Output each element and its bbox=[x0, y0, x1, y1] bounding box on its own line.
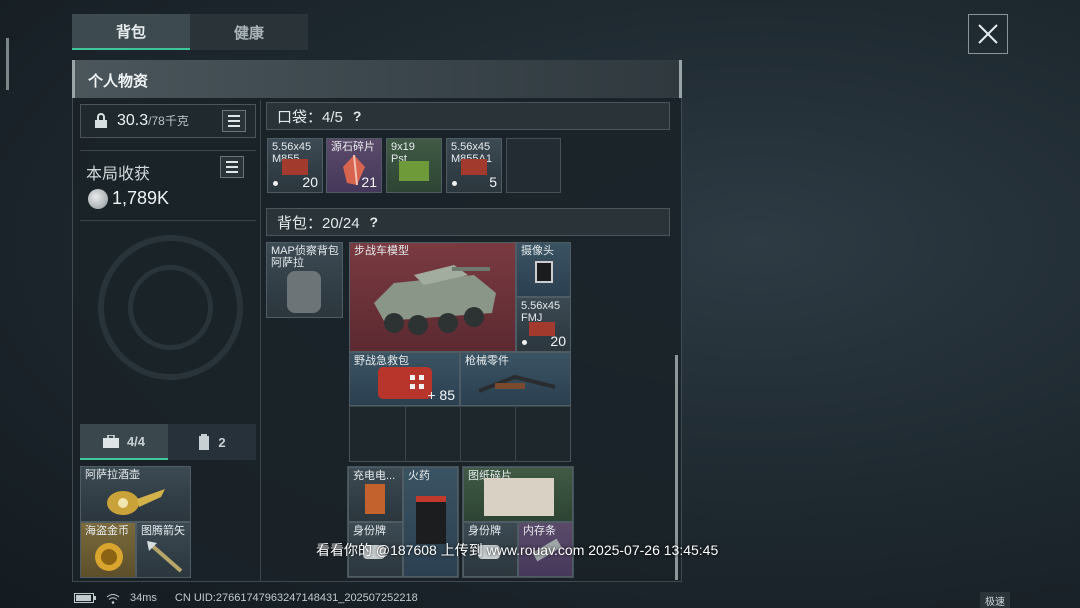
item-ammo-m855[interactable]: 5.56x45 M855 20 bbox=[267, 138, 323, 193]
loot-list-button[interactable] bbox=[220, 156, 244, 178]
backpack-label: 背包：20/24 bbox=[277, 214, 360, 232]
secure-tabs: 4/4 2 bbox=[80, 424, 256, 460]
toolbox-icon bbox=[102, 434, 119, 448]
loot-label: 本局收获 bbox=[86, 166, 151, 183]
pocket-header: 口袋：4/5 ? bbox=[266, 102, 670, 130]
item-blueprint[interactable]: 图纸碎片 bbox=[463, 467, 573, 522]
canister-icon bbox=[199, 434, 210, 450]
close-icon bbox=[978, 24, 998, 44]
user-uid: CN UID:27661747963247148431_202507252218 bbox=[174, 592, 418, 604]
item-ifv-model[interactable]: 步战车模型 bbox=[349, 242, 516, 352]
backpack-icon bbox=[287, 271, 321, 313]
item-ammo-fmj[interactable]: 5.56x45 FMJ 20 bbox=[516, 297, 571, 352]
panel-header bbox=[72, 60, 682, 98]
item-gun-parts[interactable]: 枪械零件 bbox=[460, 352, 571, 406]
status-bar: 34ms CN UID:27661747963247148431_2025072… bbox=[74, 592, 418, 604]
battery-status-icon bbox=[74, 593, 96, 603]
arrow-icon bbox=[147, 541, 183, 573]
tab-secure-case-label: 4/4 bbox=[126, 433, 146, 449]
medkit-icon bbox=[378, 367, 432, 399]
item-field-medkit[interactable]: 野战急救包 + 85 bbox=[349, 352, 460, 406]
item-battery[interactable]: 充电电... bbox=[348, 467, 403, 522]
tab-backpack[interactable]: 背包 bbox=[72, 14, 190, 50]
tab-health[interactable]: 健康 bbox=[190, 14, 308, 50]
ping-value: 34ms bbox=[130, 592, 157, 604]
ammo-box-icon bbox=[399, 161, 429, 181]
loot-value: 1,789K bbox=[112, 188, 170, 208]
grid-line bbox=[515, 406, 516, 462]
panel-title: 个人物资 bbox=[88, 73, 149, 90]
ammo-box-icon bbox=[282, 159, 308, 175]
item-gunpowder[interactable]: 火药 bbox=[403, 467, 458, 577]
status-dot bbox=[273, 181, 278, 186]
item-asara-flask[interactable]: 阿萨拉酒壶 bbox=[80, 466, 191, 522]
tab-canister-label: 2 bbox=[218, 434, 226, 450]
pocket-help-icon[interactable]: ? bbox=[353, 108, 362, 124]
coin-icon bbox=[88, 189, 108, 209]
lock-weight-icon bbox=[95, 113, 107, 128]
tab-canister[interactable]: 2 bbox=[168, 424, 256, 460]
wifi-icon bbox=[106, 593, 120, 604]
grid-line bbox=[405, 406, 406, 462]
weight-current: 30.3 bbox=[117, 112, 149, 129]
watermark-text: 看看你的 @187608 上传到 www.rouav.com 2025-07-2… bbox=[316, 542, 719, 558]
backpack-header: 背包：20/24 ? bbox=[266, 208, 670, 236]
weight-max: /78千克 bbox=[148, 114, 189, 128]
ammo-box-icon bbox=[461, 159, 487, 175]
divider bbox=[80, 220, 256, 221]
emblem-watermark-inner bbox=[128, 265, 213, 350]
status-dot bbox=[452, 181, 457, 186]
tab-secure-case[interactable]: 4/4 bbox=[80, 424, 168, 460]
blueprint-icon bbox=[484, 478, 554, 516]
divider bbox=[80, 150, 256, 151]
item-origin-shard[interactable]: 源石碎片 21 bbox=[326, 138, 382, 193]
item-ammo-m855a1[interactable]: 5.56x45 M855A1 5 bbox=[446, 138, 502, 193]
item-ammo-9x19[interactable]: 9x19 Pst bbox=[386, 138, 442, 193]
flask-icon bbox=[107, 489, 165, 515]
speed-button[interactable]: 极速 bbox=[980, 592, 1010, 608]
battery-icon bbox=[365, 484, 385, 514]
item-camera[interactable]: 摄像头 bbox=[516, 242, 571, 297]
coin-gold-icon bbox=[95, 543, 123, 571]
item-totem-arrow[interactable]: 图腾箭矢 bbox=[136, 522, 191, 578]
item-pirate-coin[interactable]: 海盗金币 bbox=[80, 522, 136, 578]
column-divider bbox=[260, 100, 261, 582]
gun-parts-icon bbox=[478, 374, 556, 393]
weight-list-button[interactable] bbox=[222, 110, 246, 132]
backpack-help-icon[interactable]: ? bbox=[370, 214, 379, 230]
grid-line bbox=[460, 406, 461, 462]
close-button[interactable] bbox=[968, 14, 1008, 54]
item-map-backpack[interactable]: MAP侦察背包 阿萨拉 bbox=[266, 242, 343, 318]
status-dot bbox=[522, 340, 527, 345]
top-tabs: 背包 健康 bbox=[72, 14, 308, 50]
pocket-label: 口袋：4/5 bbox=[277, 108, 343, 126]
ifv-model-icon bbox=[374, 265, 496, 335]
powder-can-icon bbox=[416, 496, 446, 544]
empty-slot[interactable] bbox=[506, 138, 561, 193]
camera-icon bbox=[535, 261, 553, 283]
edge-indicator bbox=[6, 38, 9, 90]
